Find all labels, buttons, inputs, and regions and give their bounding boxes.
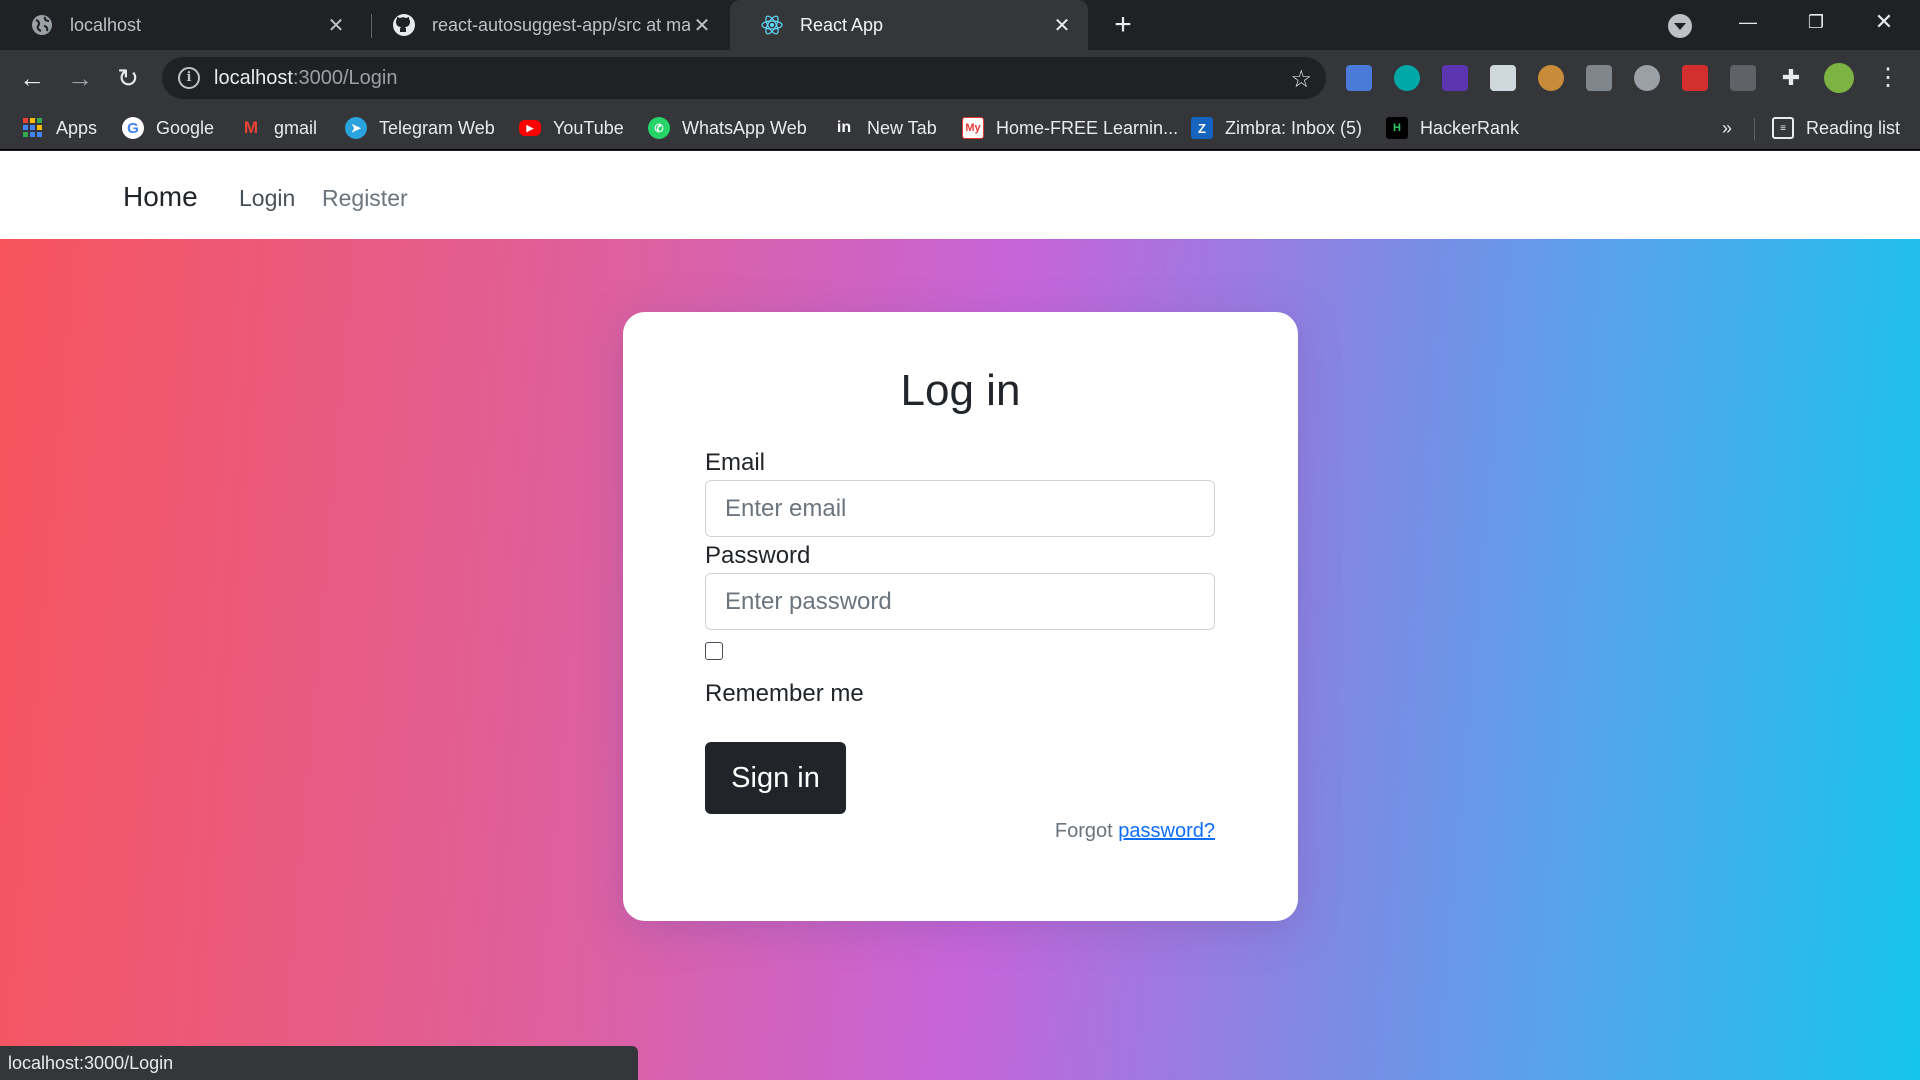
login-card: Log in Email Password Remember me Sign i… [623, 312, 1298, 921]
cookie-extension-icon[interactable] [1538, 65, 1564, 91]
tab-strip: localhost ✕ react-autosuggest-app/src at… [0, 0, 1920, 50]
more-bookmarks-chevron-icon[interactable]: » [1722, 118, 1732, 139]
red-extension-icon[interactable] [1682, 65, 1708, 91]
close-icon[interactable]: ✕ [1050, 13, 1074, 37]
puzzle-extensions-icon[interactable]: ✚ [1778, 65, 1804, 91]
reading-list-icon: ≡ [1772, 117, 1794, 139]
cloud-extension-icon[interactable] [1634, 65, 1660, 91]
new-tab-button[interactable]: + [1110, 10, 1136, 40]
tab-title: React App [800, 14, 884, 35]
github-icon [392, 13, 416, 37]
my-icon: My [962, 117, 984, 139]
bookmark-hackerrank[interactable]: H HackerRank [1386, 115, 1519, 141]
remember-me-checkbox[interactable] [705, 642, 723, 660]
youtube-icon: ▶ [519, 120, 541, 136]
nav-link-register[interactable]: Register [322, 185, 408, 212]
site-info-icon[interactable]: i [178, 67, 200, 89]
back-button[interactable]: ← [18, 64, 46, 92]
bookmark-zimbra[interactable]: Z Zimbra: Inbox (5) [1191, 115, 1362, 141]
gradient-background: Log in Email Password Remember me Sign i… [0, 239, 1920, 1080]
sign-in-button[interactable]: Sign in [705, 742, 846, 814]
tab-localhost[interactable]: localhost ✕ [0, 0, 362, 50]
bookmarks-bar: Apps G Google M gmail ➤ Telegram Web ▶ Y… [0, 106, 1920, 150]
translate-extension-icon[interactable] [1346, 65, 1372, 91]
status-bar: localhost:3000/Login [0, 1046, 638, 1080]
reload-button[interactable]: ↻ [114, 64, 142, 92]
tab-github[interactable]: react-autosuggest-app/src at ma ✕ [362, 0, 728, 50]
forgot-text: Forgot [1054, 820, 1113, 842]
restore-button[interactable]: ❐ [1788, 0, 1844, 44]
chart-extension-icon[interactable] [1586, 65, 1612, 91]
address-bar[interactable]: i localhost:3000/Login ☆ [162, 57, 1326, 99]
email-label: Email [705, 449, 766, 476]
bookmarks-divider [1754, 118, 1755, 140]
zimbra-icon: Z [1191, 117, 1213, 139]
close-window-button[interactable]: ✕ [1856, 0, 1912, 44]
login-title: Log in [900, 366, 1021, 415]
menu-kebab-icon[interactable]: ⋮ [1874, 64, 1902, 92]
bookmark-telegram[interactable]: ➤ Telegram Web [345, 115, 495, 141]
scissors-extension-icon[interactable] [1730, 65, 1756, 91]
forgot-password-link[interactable]: password? [1118, 820, 1215, 842]
tab-react-app[interactable]: React App ✕ [730, 0, 1088, 50]
globe-icon [30, 13, 54, 37]
minimize-button[interactable]: — [1720, 0, 1776, 44]
navbar-brand-home[interactable]: Home [123, 181, 198, 213]
bookmark-whatsapp[interactable]: ✆ WhatsApp Web [648, 115, 807, 141]
k-extension-icon[interactable] [1442, 65, 1468, 91]
password-label: Password [705, 542, 811, 569]
remember-me-label[interactable]: Remember me [705, 680, 864, 708]
web-page: Home Login Register Log in Email Passwor… [0, 151, 1920, 1080]
bookmark-apps[interactable]: Apps [22, 115, 97, 141]
forward-button[interactable]: → [66, 64, 94, 92]
tab-title: localhost [70, 14, 142, 35]
tab-title: react-autosuggest-app/src at ma [432, 14, 690, 35]
close-icon[interactable]: ✕ [690, 13, 714, 37]
google-icon: G [122, 117, 144, 139]
url-text[interactable]: localhost:3000/Login [214, 67, 397, 90]
avatar[interactable] [1824, 63, 1854, 93]
bookmark-gmail[interactable]: M gmail [240, 115, 317, 141]
gmail-icon: M [243, 118, 259, 137]
m-extension-icon[interactable] [1394, 65, 1420, 91]
reading-list-button[interactable]: ≡ Reading list [1772, 115, 1900, 141]
bookmark-home-free-learning[interactable]: My Home-FREE Learnin... [962, 115, 1178, 141]
linkedin-icon: in [836, 119, 852, 136]
email-field[interactable] [705, 480, 1215, 537]
bookmark-star-icon[interactable]: ☆ [1290, 65, 1312, 94]
bookmark-new-tab[interactable]: in New Tab [833, 115, 937, 141]
tab-search-icon[interactable] [1668, 14, 1692, 38]
close-icon[interactable]: ✕ [324, 13, 348, 37]
forgot-password: Forgot password? [1055, 820, 1215, 843]
hackerrank-icon: H [1386, 117, 1408, 139]
site-navbar: Home Login Register [0, 151, 1920, 239]
nav-link-login[interactable]: Login [239, 185, 295, 212]
telegram-icon: ➤ [345, 117, 367, 139]
browser-toolbar: ← → ↻ i localhost:3000/Login ☆ ✚ ⋮ [0, 50, 1920, 106]
cube-extension-icon[interactable] [1490, 65, 1516, 91]
bookmark-google[interactable]: G Google [122, 115, 214, 141]
bookmark-youtube[interactable]: ▶ YouTube [519, 115, 624, 141]
apps-grid-icon [22, 117, 44, 139]
whatsapp-icon: ✆ [648, 117, 670, 139]
react-icon [760, 13, 784, 37]
password-field[interactable] [705, 573, 1215, 630]
